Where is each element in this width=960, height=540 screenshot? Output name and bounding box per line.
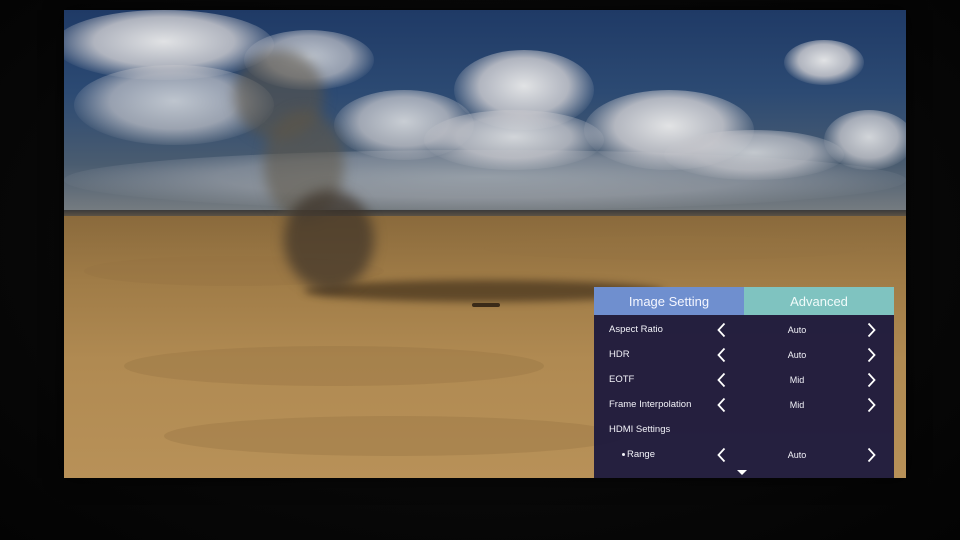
dune: [124, 346, 544, 386]
caret-down-icon[interactable]: [737, 470, 747, 475]
distant-object: [472, 303, 500, 307]
setting-value: Mid: [789, 399, 805, 410]
chevron-left-icon[interactable]: [716, 321, 726, 339]
settings-list: Aspect Ratio Auto HDR Auto EOTF Mid Fram…: [594, 315, 894, 467]
chevron-left-icon[interactable]: [716, 371, 726, 389]
setting-label: EOTF: [609, 374, 635, 385]
chevron-right-icon[interactable]: [866, 371, 876, 389]
chevron-left-icon[interactable]: [716, 396, 726, 414]
setting-eotf[interactable]: EOTF Mid: [594, 367, 894, 392]
chevron-left-icon[interactable]: [716, 346, 726, 364]
setting-value: Auto: [787, 324, 807, 335]
menu-tabs: Image Setting Advanced: [594, 287, 894, 315]
setting-value: Auto: [787, 449, 807, 460]
sky: [64, 10, 906, 216]
setting-frame-interpolation[interactable]: Frame Interpolation Mid: [594, 392, 894, 417]
setting-label: HDR: [609, 349, 630, 360]
cloud: [824, 110, 906, 170]
chevron-right-icon[interactable]: [866, 321, 876, 339]
setting-label: Aspect Ratio: [609, 324, 663, 335]
chevron-left-icon[interactable]: [716, 446, 726, 464]
chevron-right-icon[interactable]: [866, 446, 876, 464]
dune: [484, 236, 864, 260]
chevron-right-icon[interactable]: [866, 346, 876, 364]
cloud: [784, 40, 864, 85]
bullet-icon: [622, 453, 625, 456]
dune: [164, 416, 624, 456]
settings-menu: Image Setting Advanced Aspect Ratio Auto…: [594, 287, 894, 478]
setting-range[interactable]: Range Auto: [594, 442, 894, 467]
dust-devil: [214, 50, 394, 300]
chevron-right-icon[interactable]: [866, 396, 876, 414]
tab-advanced[interactable]: Advanced: [744, 287, 894, 315]
projection-screen: Image Setting Advanced Aspect Ratio Auto…: [64, 10, 906, 478]
setting-label: Frame Interpolation: [609, 399, 692, 410]
setting-label: Range: [627, 449, 655, 460]
section-heading: HDMI Settings: [609, 424, 671, 435]
tab-image-setting[interactable]: Image Setting: [594, 287, 744, 315]
setting-hdmi-settings[interactable]: HDMI Settings: [594, 417, 894, 442]
cloud: [64, 150, 906, 210]
setting-value: Mid: [789, 374, 805, 385]
setting-aspect-ratio[interactable]: Aspect Ratio Auto: [594, 317, 894, 342]
dust-plume: [284, 190, 374, 290]
setting-value: Auto: [787, 349, 807, 360]
setting-hdr[interactable]: HDR Auto: [594, 342, 894, 367]
